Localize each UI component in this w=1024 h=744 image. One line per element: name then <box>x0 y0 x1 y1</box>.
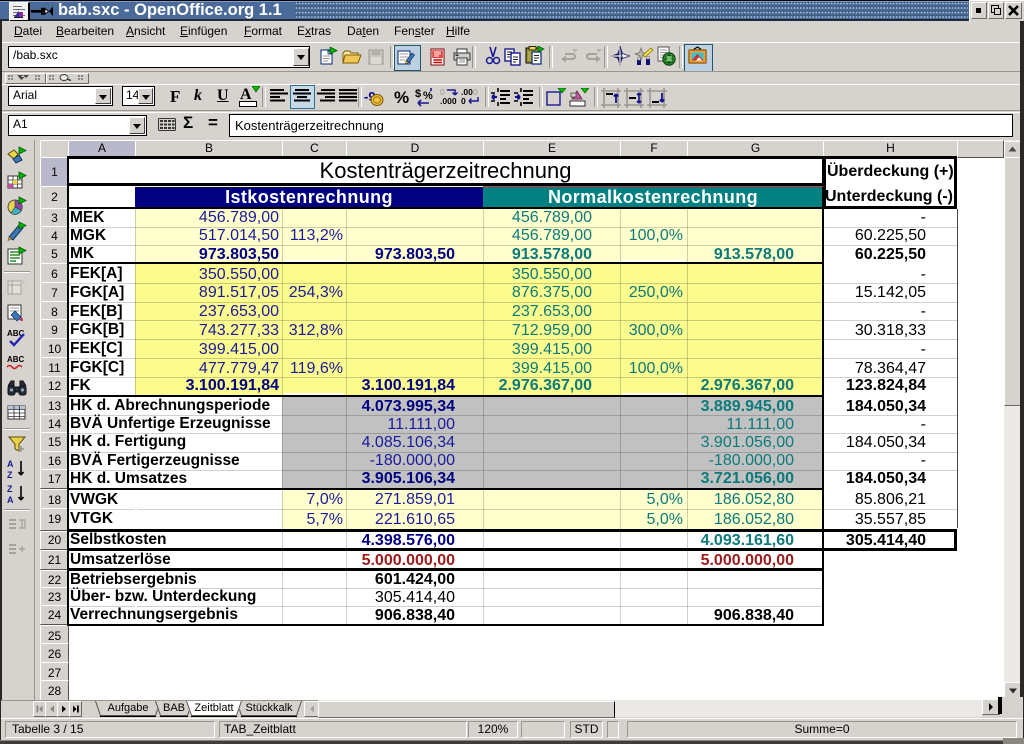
svg-text:Z: Z <box>7 484 13 494</box>
svg-text:.000: .000 <box>440 96 457 106</box>
svg-text:Z: Z <box>7 470 13 480</box>
svg-text:0: 0 <box>473 87 478 97</box>
svg-text:0: 0 <box>461 96 466 106</box>
svg-text:$: $ <box>415 88 421 100</box>
svg-text:A: A <box>7 495 14 505</box>
svg-text:%: % <box>423 90 433 102</box>
svg-text:ABC: ABC <box>7 355 25 364</box>
svg-text:A: A <box>7 459 14 469</box>
